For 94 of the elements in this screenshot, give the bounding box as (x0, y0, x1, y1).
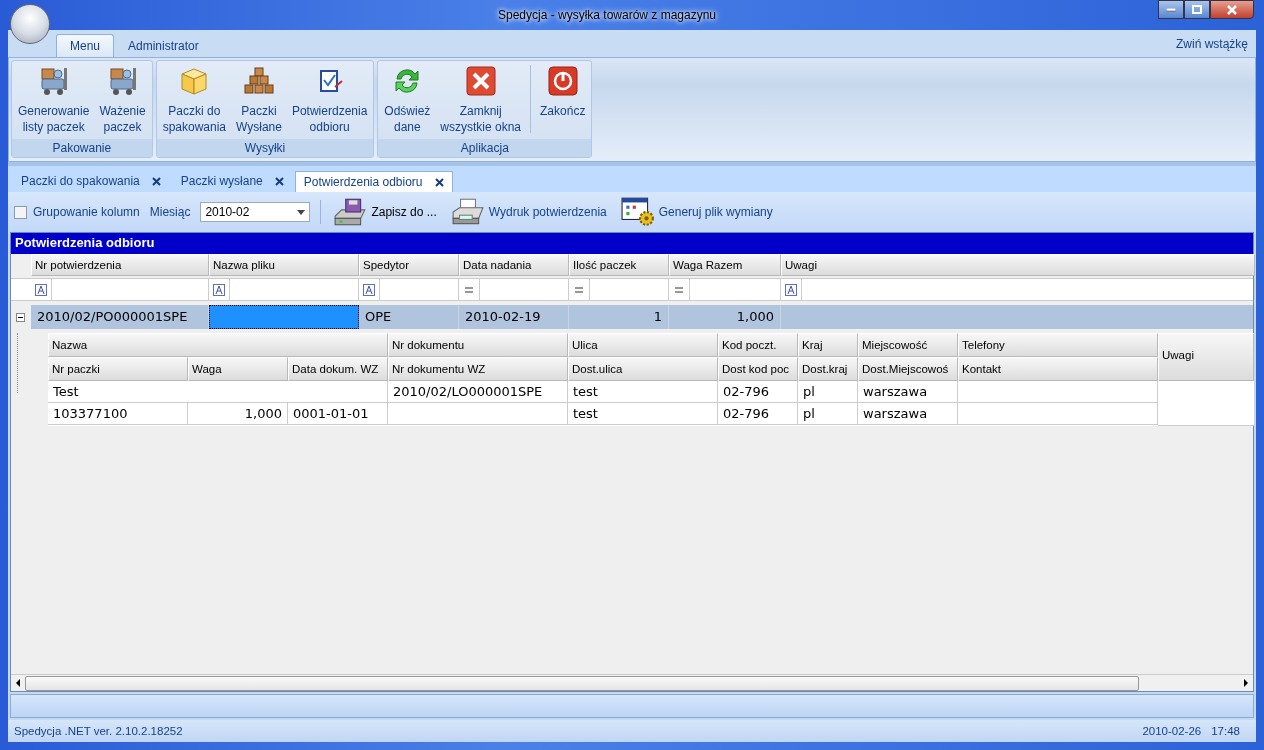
status-time: 17:48 (1211, 725, 1240, 737)
text-filter-icon[interactable] (785, 283, 797, 296)
ribbon-group-label: Wysyłki (156, 139, 374, 157)
column-header[interactable]: Dost.Miejscowoś (858, 357, 958, 381)
checkbox[interactable] (14, 205, 27, 219)
table-cell: 2010/02/LO000001SPE (388, 381, 568, 403)
boxes-icon (242, 65, 275, 97)
table-cell: 1,000 (669, 305, 781, 329)
ribbon-button[interactable]: Potwierdzenia odbioru (287, 65, 372, 135)
band-header[interactable]: Nr dokumentu (388, 333, 568, 357)
minimize-button[interactable] (1158, 0, 1184, 19)
band-header[interactable]: Telefony (958, 333, 1158, 357)
save-icon (333, 197, 368, 227)
toolbar-button[interactable]: Wydruk potwierdzenia (448, 197, 609, 227)
table-cell: pl (798, 403, 858, 425)
column-header[interactable]: Data dokum. WZ (288, 357, 388, 381)
band-header[interactable]: Kod poczt. (718, 333, 798, 357)
toolbar-button[interactable]: Generuj plik wymiany (618, 197, 775, 227)
ribbon-button[interactable]: Paczki Wysłane (232, 65, 286, 135)
ribbon-tab[interactable]: Menu (56, 34, 115, 57)
ribbon-button[interactable]: Paczki do spakowania (158, 65, 230, 135)
printer-icon (450, 197, 485, 227)
close-icon[interactable] (274, 176, 284, 186)
table-cell: 1,000 (188, 403, 288, 425)
column-header[interactable]: Uwagi (781, 254, 1255, 276)
ribbon-button[interactable]: Ważenie paczek (95, 65, 150, 135)
band-header[interactable]: Nazwa (48, 333, 388, 357)
column-header[interactable]: Dost.ulica (568, 357, 718, 381)
column-header[interactable]: Spedytor (359, 254, 459, 276)
column-header[interactable]: Dost.kraj (798, 357, 858, 381)
close-icon[interactable] (434, 177, 444, 187)
column-header[interactable]: Ilość paczek (569, 254, 669, 276)
table-cell: pl (798, 381, 858, 403)
column-header[interactable]: Kontakt (958, 357, 1158, 381)
table-cell: 0001-01-01 (288, 403, 388, 425)
status-date: 2010-02-26 (1142, 725, 1202, 737)
ribbon-group-label: Aplikacja (378, 139, 592, 157)
band-header[interactable]: Kraj (798, 333, 858, 357)
ribbon-button[interactable]: Odśwież dane (380, 65, 435, 135)
column-header[interactable]: Data nadania (459, 254, 569, 276)
text-filter-icon[interactable] (363, 283, 375, 296)
dropdown-arrow-icon[interactable] (297, 209, 306, 215)
ribbon-button[interactable]: Generowanie listy paczek (14, 65, 94, 135)
table-cell: 02-796 (718, 381, 798, 403)
ribbon-button[interactable]: Zamknij wszystkie okna (436, 65, 526, 135)
close-icon (464, 65, 497, 97)
close-icon[interactable] (151, 176, 161, 186)
column-header[interactable]: Nazwa pliku (209, 254, 359, 276)
document-tab[interactable]: Potwierdzenia odbioru (294, 171, 453, 192)
checkbox-label: Grupowanie kolumn (33, 205, 140, 219)
table-cell: 103377100 (48, 403, 188, 425)
column-header[interactable]: Uwagi (1158, 333, 1254, 381)
column-header[interactable]: Nr paczki (48, 357, 188, 381)
table-cell: test (568, 381, 718, 403)
band-header[interactable]: Ulica (568, 333, 718, 357)
table-cell: 02-796 (718, 403, 798, 425)
table-cell: Test (48, 381, 388, 403)
text-filter-icon[interactable] (35, 283, 47, 296)
table-cell: test (568, 403, 718, 425)
collapse-icon[interactable] (16, 313, 25, 322)
maximize-icon (1192, 5, 1202, 14)
table-cell: warszawa (858, 381, 958, 403)
column-header[interactable]: Nr potwierdzenia (31, 254, 209, 276)
maximize-button[interactable] (1184, 0, 1210, 19)
column-header[interactable]: Waga Razem (669, 254, 781, 276)
minimize-icon (1166, 7, 1176, 12)
toolbar-button[interactable]: Zapisz do ... (331, 197, 439, 227)
band-header[interactable]: Miejscowość (858, 333, 958, 357)
grid-title: Potwierdzenia odbioru (11, 233, 1253, 254)
column-header[interactable]: Dost kod poc (718, 357, 798, 381)
ribbon-button[interactable]: Zakończ (536, 65, 590, 119)
window-gear-icon (620, 197, 655, 227)
month-dropdown[interactable]: 2010-02 (200, 202, 311, 222)
table-cell: warszawa (858, 403, 958, 425)
horizontal-scrollbar[interactable] (11, 674, 1253, 691)
table-cell: 1 (569, 305, 669, 329)
version-text: Spedycja .NET ver. 2.10.2.18252 (14, 725, 183, 737)
close-icon (1226, 4, 1238, 15)
table-cell: OPE (359, 305, 459, 329)
ribbon-group-label: Pakowanie (12, 139, 152, 157)
table-cell: 2010-02-19 (459, 305, 569, 329)
month-label: Miesiąc (149, 205, 191, 219)
ribbon-tab[interactable]: Administrator (114, 34, 213, 57)
application-orb-button[interactable] (10, 4, 50, 44)
window-title: Spedycja - wysyłka towarów z magazynu (496, 8, 718, 22)
document-tab[interactable]: Paczki do spakowania (12, 170, 170, 192)
collapse-ribbon-link[interactable]: Zwiń wstążkę (1175, 36, 1256, 51)
power-icon (546, 65, 579, 97)
close-button[interactable] (1210, 0, 1254, 19)
column-header[interactable]: Waga (188, 357, 288, 381)
column-header[interactable]: Nr dokumentu WZ (388, 357, 568, 381)
document-tab[interactable]: Paczki wysłane (171, 170, 293, 192)
text-filter-icon[interactable] (213, 283, 225, 296)
scrollbar-thumb[interactable] (25, 675, 1139, 691)
